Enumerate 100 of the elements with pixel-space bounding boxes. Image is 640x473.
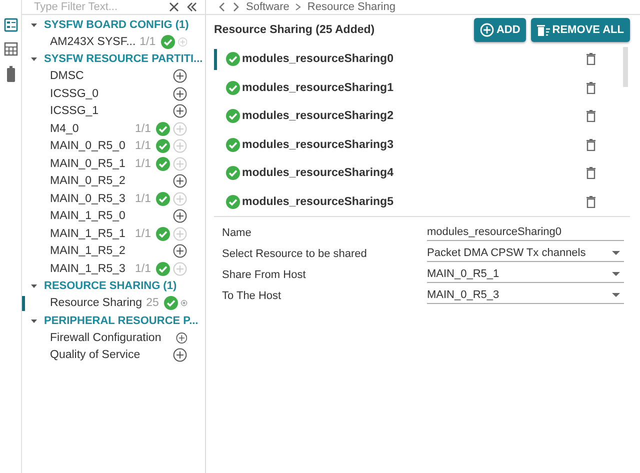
tree-item[interactable]: AM243X SYSF... 1/1 bbox=[22, 33, 205, 50]
tree-item[interactable]: Firewall Configuration bbox=[22, 329, 205, 346]
breadcrumb-link[interactable]: Resource Sharing bbox=[307, 1, 396, 13]
tree-item[interactable]: MAIN_0_R5_3 1/1 bbox=[22, 190, 205, 208]
add-icon[interactable] bbox=[173, 69, 187, 84]
instance-count: 25 bbox=[146, 297, 159, 310]
caret-icon[interactable] bbox=[30, 282, 38, 290]
item-label: MAIN_0_R5_3 bbox=[50, 192, 126, 205]
breadcrumb-link[interactable]: Software bbox=[246, 1, 290, 13]
tree-item[interactable]: MAIN_0_R5_0 1/1 bbox=[22, 138, 205, 155]
dropdown-caret-icon bbox=[612, 272, 620, 276]
instance-name: modules_resourceSharing0 bbox=[242, 53, 394, 66]
add-icon[interactable] bbox=[173, 348, 187, 362]
item-label: MAIN_0_R5_0 bbox=[50, 140, 126, 152]
tree-item[interactable]: Quality of Service bbox=[22, 346, 205, 364]
instance-count: 1/1 bbox=[135, 228, 151, 240]
tree-item[interactable]: MAIN_1_R5_1 1/1 bbox=[22, 225, 205, 242]
dashboard-icon[interactable] bbox=[4, 18, 18, 32]
name-field[interactable]: modules_resourceSharing0 bbox=[427, 224, 624, 241]
item-label: MAIN_0_R5_2 bbox=[50, 175, 126, 188]
scrollbar[interactable] bbox=[623, 47, 628, 87]
tree-item[interactable]: Resource Sharing 25 bbox=[22, 294, 205, 312]
tree-item[interactable]: ICSSG_0 bbox=[22, 85, 205, 102]
forward-icon[interactable] bbox=[232, 2, 240, 12]
instance-count: 1/1 bbox=[135, 158, 151, 170]
back-icon[interactable] bbox=[218, 2, 226, 12]
group-heading[interactable]: PERIPHERAL RESOURCE P... bbox=[44, 314, 198, 326]
trash-icon[interactable] bbox=[586, 110, 596, 122]
add-icon[interactable] bbox=[173, 244, 187, 258]
add-icon[interactable] bbox=[176, 330, 187, 345]
instance-name: modules_resourceSharing1 bbox=[242, 82, 394, 94]
item-label: Quality of Service bbox=[50, 349, 142, 362]
instance-count: 1/1 bbox=[135, 140, 151, 152]
trash-icon[interactable] bbox=[586, 167, 596, 180]
tree-item[interactable]: MAIN_1_R5_3 1/1 bbox=[22, 260, 205, 278]
tree-item[interactable]: ICSSG_1 bbox=[22, 102, 205, 120]
panel-title: Resource Sharing (25 Added) bbox=[214, 24, 376, 36]
trash-icon bbox=[537, 24, 550, 36]
tree-item[interactable]: MAIN_0_R5_1 1/1 bbox=[22, 155, 205, 172]
field-label: To The Host bbox=[222, 290, 282, 302]
tree-item[interactable]: DMSC bbox=[22, 68, 205, 85]
instance-name: modules_resourceSharing4 bbox=[242, 167, 394, 180]
remove-all-button[interactable]: REMOVE ALL bbox=[531, 18, 630, 42]
instance-row[interactable]: modules_resourceSharing4 bbox=[214, 159, 616, 188]
add-button[interactable]: ADD bbox=[474, 18, 526, 42]
trash-icon[interactable] bbox=[586, 53, 596, 66]
tree-item[interactable]: MAIN_1_R5_0 bbox=[22, 208, 205, 225]
collapse-icon[interactable] bbox=[187, 2, 197, 12]
item-label: MAIN_1_R5_0 bbox=[50, 210, 126, 222]
caret-icon[interactable] bbox=[30, 20, 38, 28]
instance-row[interactable]: modules_resourceSharing2 bbox=[214, 102, 616, 130]
trash-icon[interactable] bbox=[586, 138, 596, 151]
add-icon bbox=[480, 23, 494, 37]
instance-name: modules_resourceSharing2 bbox=[242, 110, 394, 122]
instance-row[interactable]: modules_resourceSharing0 bbox=[214, 45, 616, 74]
group-heading[interactable]: SYSFW BOARD CONFIG (1) bbox=[44, 18, 189, 30]
instance-count: 1/1 bbox=[135, 262, 151, 275]
item-label: MAIN_0_R5_1 bbox=[50, 158, 126, 170]
add-icon[interactable] bbox=[173, 174, 187, 188]
add-icon[interactable] bbox=[173, 104, 187, 118]
tree-item[interactable]: MAIN_1_R5_2 bbox=[22, 242, 205, 260]
instance-name: modules_resourceSharing3 bbox=[242, 138, 394, 151]
chevron-icon bbox=[295, 3, 302, 11]
tree-item[interactable]: M4_0 1/1 bbox=[22, 120, 205, 138]
instance-name: modules_resourceSharing5 bbox=[242, 196, 394, 208]
item-label: AM243X SYSF... bbox=[50, 36, 136, 48]
dropdown-caret-icon bbox=[612, 250, 620, 256]
add-icon[interactable] bbox=[173, 86, 187, 101]
select-field[interactable]: MAIN_0_R5_3 bbox=[427, 287, 624, 304]
caret-icon[interactable] bbox=[30, 316, 38, 324]
instance-count: 1/1 bbox=[135, 192, 151, 205]
instance-row[interactable]: modules_resourceSharing1 bbox=[214, 74, 616, 102]
instance-row[interactable]: modules_resourceSharing5 bbox=[214, 188, 616, 216]
caret-icon[interactable] bbox=[30, 55, 38, 63]
select-field[interactable]: Packet DMA CPSW Tx channels bbox=[427, 245, 624, 262]
add-icon[interactable] bbox=[173, 209, 187, 224]
item-label: MAIN_1_R5_3 bbox=[50, 262, 126, 275]
instance-count: 1/1 bbox=[140, 36, 156, 48]
field-label: Select Resource to be shared bbox=[222, 248, 368, 260]
calculator-icon[interactable] bbox=[4, 42, 18, 56]
item-label: Firewall Configuration bbox=[50, 332, 162, 344]
item-label: MAIN_1_R5_2 bbox=[50, 245, 126, 258]
dropdown-caret-icon bbox=[612, 292, 620, 298]
instance-row[interactable]: modules_resourceSharing3 bbox=[214, 130, 616, 159]
field-label: Name bbox=[222, 226, 252, 238]
trash-icon[interactable] bbox=[586, 196, 596, 208]
item-label: DMSC bbox=[50, 70, 85, 82]
trash-icon[interactable] bbox=[586, 82, 596, 94]
field-label: Share From Host bbox=[222, 268, 307, 280]
instance-count: 1/1 bbox=[135, 122, 151, 135]
item-label: ICSSG_0 bbox=[50, 88, 100, 100]
group-heading[interactable]: RESOURCE SHARING (1) bbox=[44, 280, 177, 292]
group-heading[interactable]: SYSFW RESOURCE PARTITI... bbox=[44, 53, 203, 65]
close-icon[interactable] bbox=[169, 2, 179, 12]
item-label: MAIN_1_R5_1 bbox=[50, 228, 126, 240]
battery-icon[interactable] bbox=[6, 66, 16, 82]
item-label: M4_0 bbox=[50, 122, 80, 135]
tree-item[interactable]: MAIN_0_R5_2 bbox=[22, 172, 205, 190]
select-field[interactable]: MAIN_0_R5_1 bbox=[427, 266, 624, 283]
item-label: Resource Sharing bbox=[50, 297, 142, 310]
